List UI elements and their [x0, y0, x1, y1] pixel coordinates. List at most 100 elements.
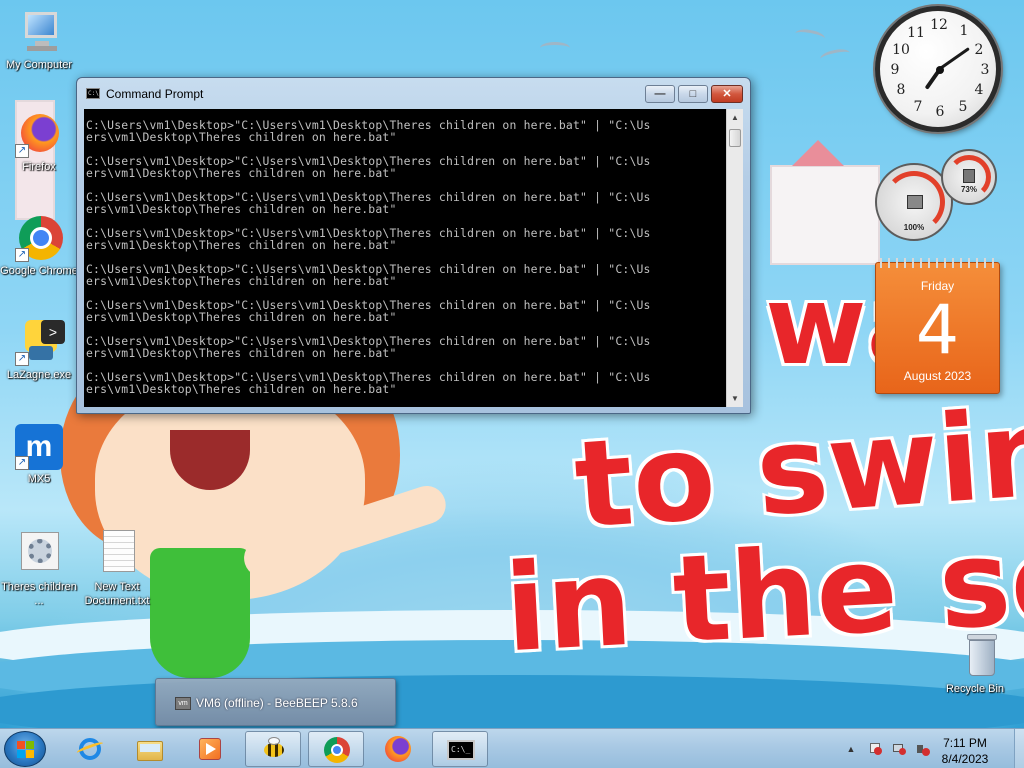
- action-center-flag-icon[interactable]: [868, 742, 882, 756]
- close-button[interactable]: ✕: [711, 85, 743, 103]
- window-titlebar[interactable]: C:\ Command Prompt — □ ✕: [77, 78, 750, 106]
- window-title: Command Prompt: [106, 87, 204, 101]
- media-player-icon: [196, 735, 224, 763]
- clock-number: 12: [930, 17, 948, 33]
- maximize-button[interactable]: □: [678, 85, 708, 103]
- maxthon-icon: m ↗: [15, 422, 63, 470]
- desktop-icon-lazagne[interactable]: > ↗ LaZagne.exe: [0, 318, 78, 382]
- console-line: ers\vm1\Desktop\Theres children on here.…: [86, 202, 397, 216]
- desktop-icon-firefox[interactable]: ↗ Firefox: [0, 110, 78, 174]
- console-line: ers\vm1\Desktop\Theres children on here.…: [86, 274, 397, 288]
- taskbar: C:\_ ▲ 7:11 PM 8/4/2023: [0, 728, 1024, 768]
- desktop-icon-new-text-document[interactable]: New Text Document.txt: [78, 530, 156, 608]
- calendar-rings: [880, 258, 997, 268]
- console-line: ers\vm1\Desktop\Theres children on here.…: [86, 346, 397, 360]
- desktop-icon-my-computer[interactable]: My Computer: [0, 8, 78, 72]
- firefox-icon: [384, 735, 412, 763]
- taskbar-date: 8/4/2023: [941, 752, 989, 766]
- clock-number: 10: [892, 42, 910, 58]
- beebeep-icon: [260, 736, 288, 764]
- taskbar-firefox[interactable]: [370, 731, 426, 767]
- recycle-bin-icon: [951, 632, 999, 680]
- console-entry: C:\Users\vm1\Desktop>"C:\Users\vm1\Deskt…: [86, 155, 726, 179]
- taskbar-time: 7:11 PM: [943, 736, 987, 750]
- memory-percent: 73%: [960, 185, 977, 194]
- desktop-icon-google-chrome[interactable]: ↗ Google Chrome: [0, 214, 78, 278]
- wallpaper-girl-body: [150, 548, 250, 678]
- calendar-gadget[interactable]: Friday 4 August 2023: [875, 258, 1000, 394]
- minimize-button[interactable]: —: [645, 85, 675, 103]
- show-hidden-icons-icon[interactable]: ▲: [844, 742, 858, 756]
- chrome-icon: [323, 736, 351, 764]
- clock-number: 11: [907, 25, 925, 41]
- calendar-month-year: August 2023: [903, 369, 972, 383]
- console-output[interactable]: C:\Users\vm1\Desktop>"C:\Users\vm1\Deskt…: [84, 109, 726, 407]
- taskbar-google-chrome[interactable]: [308, 731, 364, 767]
- console-line: ers\vm1\Desktop\Theres children on here.…: [86, 166, 397, 180]
- scroll-up-arrow-icon[interactable]: ▲: [727, 109, 743, 126]
- cmd-icon: C:\: [86, 88, 100, 99]
- vertical-scrollbar[interactable]: ▲ ▼: [726, 109, 743, 407]
- calendar-day: 4: [915, 291, 960, 370]
- scroll-down-arrow-icon[interactable]: ▼: [727, 390, 743, 407]
- taskbar-beebeep[interactable]: [245, 731, 301, 767]
- thumbnail-title: VM6 (offline) - BeeBEEP 5.8.6: [196, 696, 358, 710]
- taskbar-windows-explorer[interactable]: [122, 731, 178, 767]
- clock-number: 5: [958, 99, 968, 115]
- network-icon[interactable]: [892, 742, 906, 756]
- taskbar-clock[interactable]: 7:11 PM 8/4/2023: [925, 735, 1005, 767]
- desktop-icon-theres-children[interactable]: Theres children ...: [0, 530, 78, 608]
- minimize-icon: —: [654, 88, 666, 100]
- beebeep-window-icon: vm: [175, 697, 191, 710]
- console-line: ers\vm1\Desktop\Theres children on here.…: [86, 310, 397, 324]
- wallpaper-roof: [792, 140, 844, 166]
- taskbar-thumbnail-popup[interactable]: vm VM6 (offline) - BeeBEEP 5.8.6: [155, 678, 396, 726]
- cmd-icon: C:\_: [447, 736, 475, 764]
- console-entry: C:\Users\vm1\Desktop>"C:\Users\vm1\Deskt…: [86, 119, 726, 143]
- windows-logo-icon: [17, 741, 35, 759]
- memory-gauge: 73%: [941, 149, 997, 205]
- desktop-icon-label: Theres children ...: [1, 581, 77, 607]
- console-line: ers\vm1\Desktop\Theres children on here.…: [86, 238, 397, 252]
- console-entry: C:\Users\vm1\Desktop>"C:\Users\vm1\Deskt…: [86, 299, 726, 323]
- clock-number: 3: [980, 62, 990, 78]
- text-file-icon: [93, 530, 141, 578]
- wallpaper-house: [770, 165, 880, 265]
- desktop-icon-recycle-bin[interactable]: Recycle Bin: [936, 632, 1014, 696]
- console-entry: C:\Users\vm1\Desktop>"C:\Users\vm1\Deskt…: [86, 227, 726, 251]
- desktop-icon-mx5[interactable]: m ↗ MX5: [0, 422, 78, 486]
- taskbar-internet-explorer[interactable]: [62, 731, 118, 767]
- system-tray: ▲ 7:11 PM 8/4/2023: [842, 731, 1024, 767]
- desktop-icon-label: Firefox: [22, 161, 56, 173]
- console-entry: C:\Users\vm1\Desktop>"C:\Users\vm1\Deskt…: [86, 371, 726, 395]
- desktop-icon-label: New Text Document.txt: [84, 581, 150, 607]
- clock-number: 4: [974, 82, 984, 98]
- desktop-icon-label: Google Chrome: [0, 265, 78, 277]
- show-desktop-button[interactable]: [1014, 729, 1024, 768]
- wallpaper-bird: [794, 27, 826, 45]
- maximize-icon: □: [689, 88, 697, 100]
- internet-explorer-icon: [75, 735, 105, 763]
- desktop-icon-label: Recycle Bin: [945, 683, 1005, 695]
- wallpaper-bird: [819, 47, 851, 65]
- console-entry: C:\Users\vm1\Desktop>"C:\Users\vm1\Deskt…: [86, 335, 726, 359]
- wallpaper-wave: [0, 675, 1024, 728]
- desktop-icon-label: LaZagne.exe: [6, 369, 72, 381]
- desktop-icon-label: My Computer: [5, 59, 73, 71]
- folder-icon: [136, 735, 164, 763]
- clock-number: 7: [913, 99, 923, 115]
- taskbar-command-prompt[interactable]: C:\_: [432, 731, 488, 767]
- clock-gadget[interactable]: 12 1 2 3 4 5 6 7 8 9 10 11: [875, 6, 1001, 132]
- clock-minute-hand: [938, 47, 970, 71]
- command-prompt-window[interactable]: C:\ Command Prompt — □ ✕ C:\Users\vm1\De…: [76, 77, 751, 414]
- start-button[interactable]: [4, 731, 46, 767]
- clock-number: 8: [896, 82, 906, 98]
- desktop-icon-label: MX5: [27, 473, 51, 485]
- console-line: ers\vm1\Desktop\Theres children on here.…: [86, 382, 397, 396]
- console-entry: C:\Users\vm1\Desktop>"C:\Users\vm1\Deskt…: [86, 263, 726, 287]
- close-icon: ✕: [722, 88, 732, 100]
- taskbar-media-player[interactable]: [182, 731, 238, 767]
- cpu-meter-gadget[interactable]: 100% 73%: [875, 149, 999, 241]
- cpu-percent: 100%: [903, 223, 925, 232]
- scrollbar-thumb[interactable]: [729, 129, 741, 147]
